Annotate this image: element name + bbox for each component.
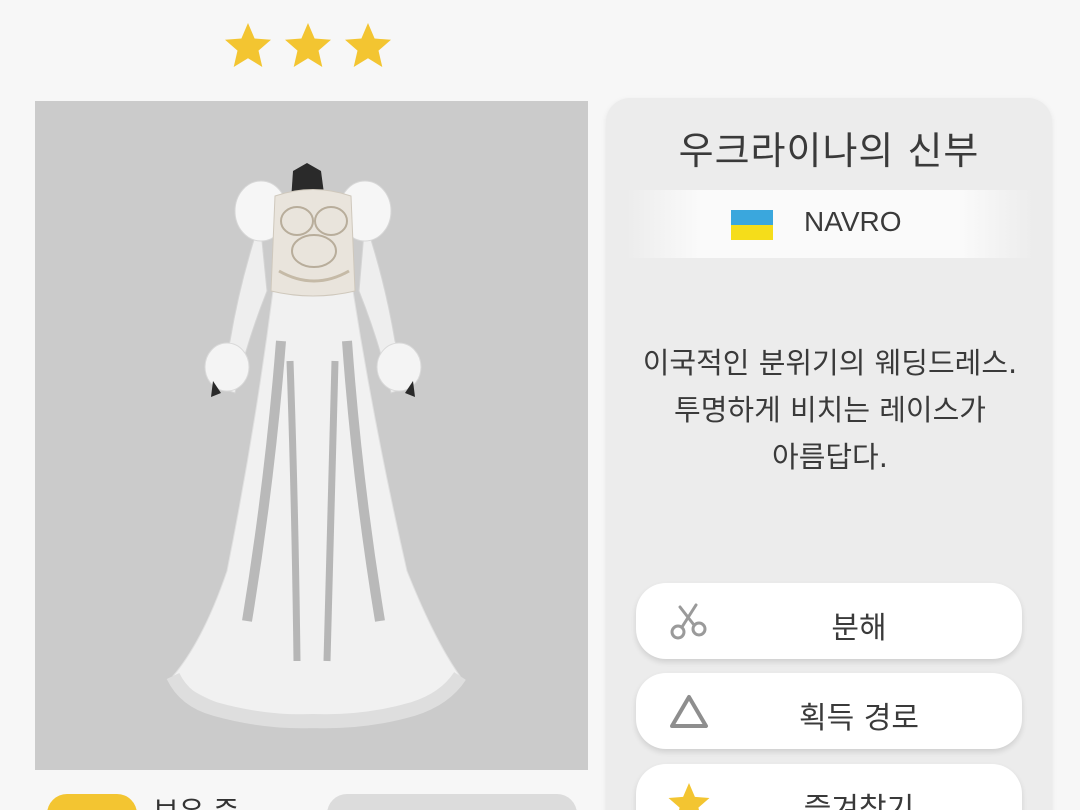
item-title: 우크라이나의 신부 [678,129,980,173]
owned-label: 보유 중 [153,790,239,810]
ukraine-flag-icon [731,210,773,240]
disassemble-button[interactable]: 분해 [636,583,1022,659]
description-line: 아름답다. [772,440,888,474]
description-line: 이국적인 분위기의 웨딩드레스. [642,346,1018,380]
star-icon [345,23,391,67]
owned-badge [47,794,137,810]
route-label: 획득 경로 [799,701,919,736]
wedding-dress-image [166,163,466,729]
star-icon [285,23,331,67]
acquisition-route-button[interactable]: 획득 경로 [636,673,1022,749]
brand-name: NAVRO [804,206,902,237]
disassemble-label: 분해 [831,611,887,646]
star-icon [225,23,271,67]
description-line: 투명하게 비치는 레이스가 [674,393,986,427]
star-rating [222,20,394,72]
favorite-label: 즐겨찾기 [803,792,915,810]
owned-bar: 보유 중 [35,782,590,810]
quantity-pill[interactable] [327,794,577,810]
item-image [35,101,588,770]
item-description: 이국적인 분위기의 웨딩드레스. 투명하게 비치는 레이스가 아름답다. [626,340,1034,481]
favorite-button[interactable]: 즐겨찾기 [636,764,1022,810]
brand-row: NAVRO [626,190,1034,258]
